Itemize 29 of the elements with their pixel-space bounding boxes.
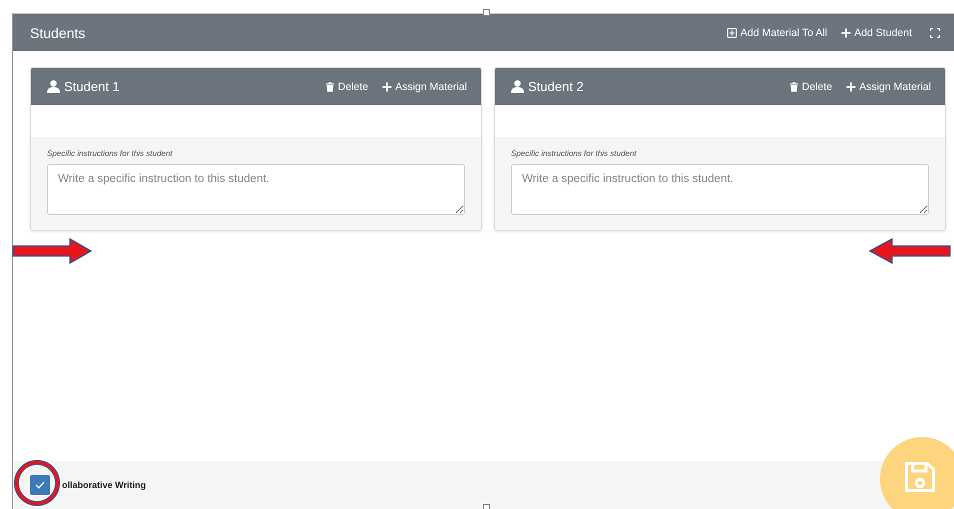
- user-icon: [47, 80, 60, 93]
- plus-icon: [846, 82, 856, 92]
- panel-title: Students: [30, 24, 86, 40]
- card-action-button[interactable]: Assign Material: [382, 80, 467, 92]
- instruction-field[interactable]: Write a specific instruction to this student.: [47, 164, 465, 215]
- trash-icon: [788, 82, 799, 92]
- card-action-button[interactable]: Assign Material: [846, 80, 931, 92]
- check-icon: [35, 481, 45, 489]
- plus-icon: [382, 82, 392, 92]
- checkbox-label: ollaborative Writing: [62, 480, 146, 490]
- circle-annotation: [14, 460, 60, 506]
- checkbox[interactable]: [30, 475, 50, 495]
- student-name: Student 2: [528, 79, 585, 94]
- instruction-field[interactable]: Write a specific instruction to this student.: [511, 164, 929, 215]
- fullscreen-icon[interactable]: [930, 28, 940, 38]
- plus-square-icon: [727, 28, 738, 38]
- header-action-button[interactable]: Add Student: [841, 26, 912, 38]
- field-label: Specific instructions for this student: [511, 149, 638, 158]
- plus-icon: [841, 28, 852, 38]
- card-action-button[interactable]: Delete: [324, 80, 368, 92]
- header-action-button[interactable]: Add Material To All: [727, 26, 828, 38]
- field-label: Specific instructions for this student: [47, 149, 174, 158]
- resize-handle[interactable]: [483, 9, 490, 16]
- student-name: Student 1: [64, 79, 121, 94]
- save-icon: [902, 459, 938, 495]
- user-icon: [511, 80, 524, 93]
- trash-icon: [324, 82, 335, 92]
- card-action-button[interactable]: Delete: [788, 80, 832, 92]
- resize-handle[interactable]: [483, 504, 490, 509]
